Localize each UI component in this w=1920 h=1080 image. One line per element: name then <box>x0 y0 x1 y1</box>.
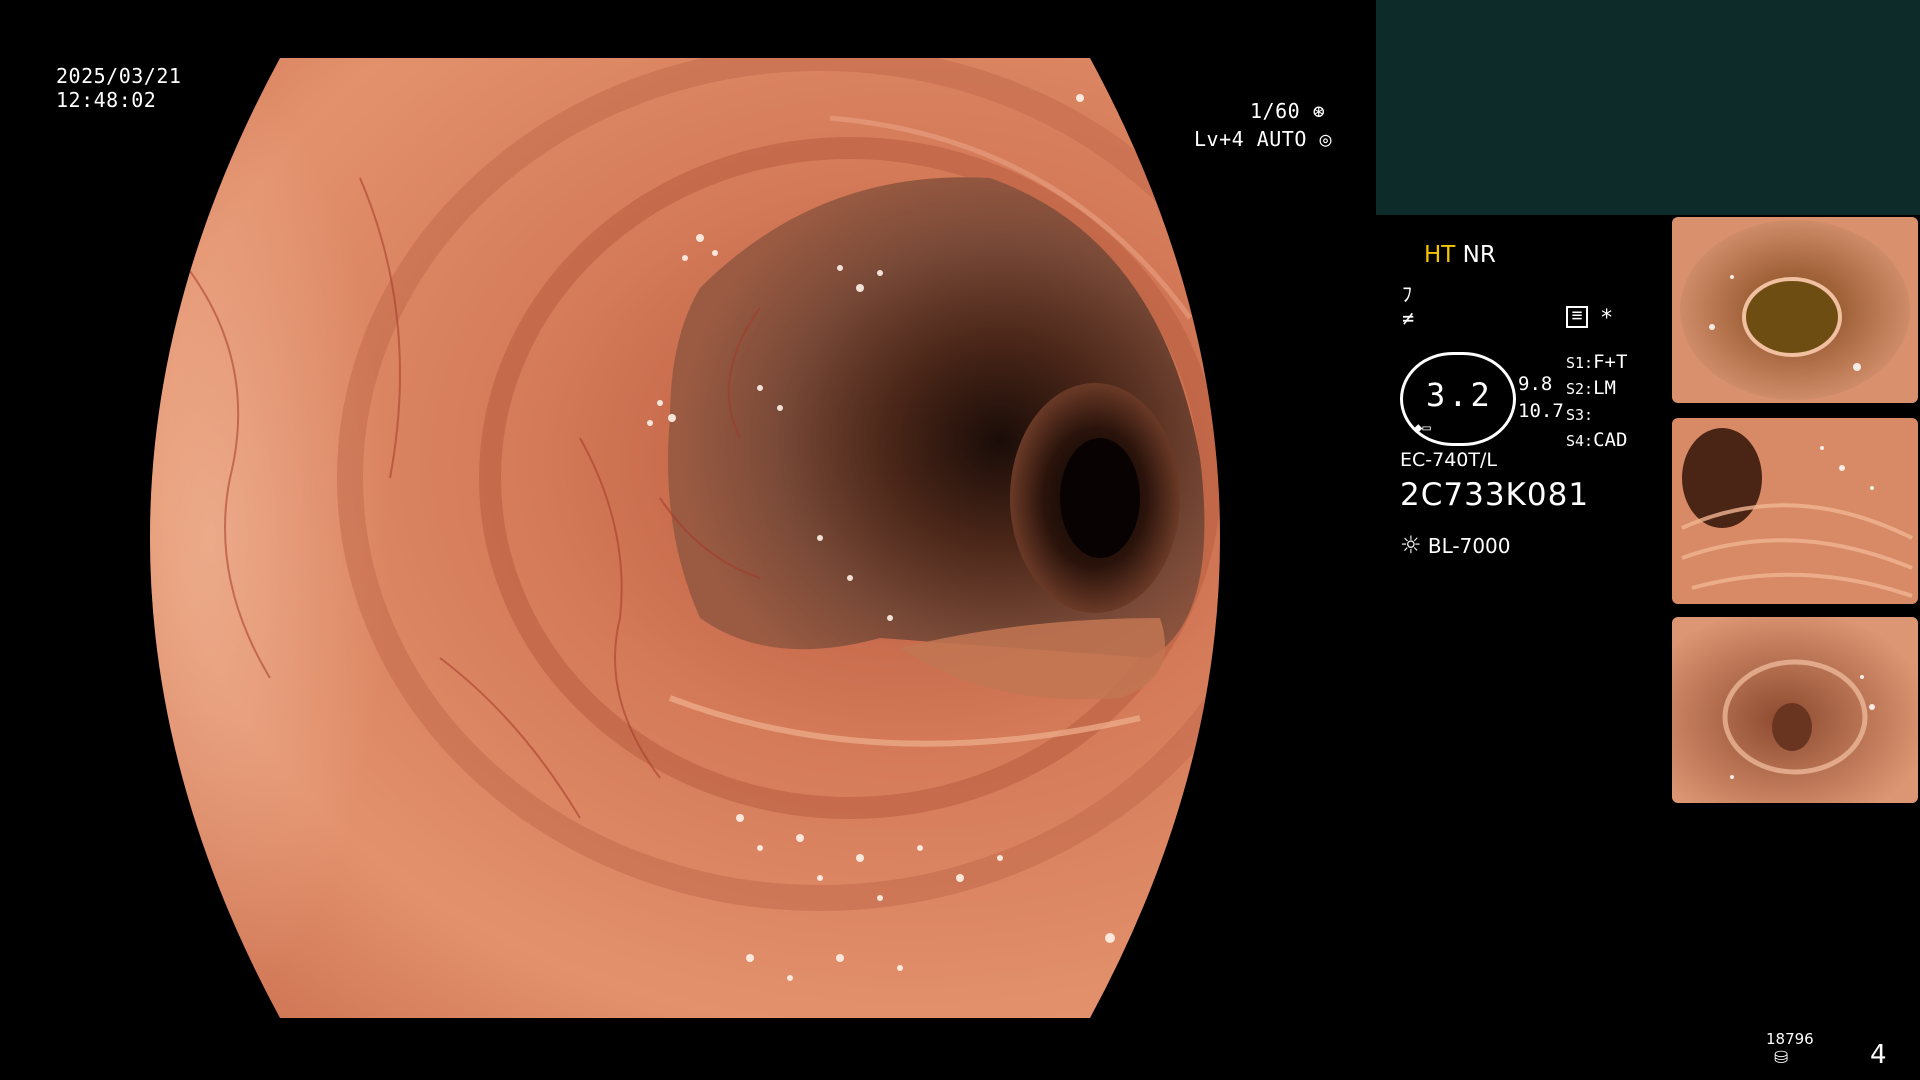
scope-serial: 2C733K081 <box>1400 477 1590 513</box>
page-number: 4 <box>1870 1040 1887 1070</box>
scope-model: EC-740T/L <box>1400 449 1497 471</box>
captured-image-1[interactable] <box>1672 217 1918 403</box>
switch-row-s1: S1:F+T <box>1566 351 1628 373</box>
endoscope-view <box>60 58 1310 1018</box>
record-count: 18796 <box>1766 1030 1814 1048</box>
captured-image-3[interactable] <box>1672 617 1918 803</box>
level-value: Lv+4 <box>1194 127 1245 151</box>
switch-list: S1:F+T S2:LM S3: S4:CAD <box>1566 350 1627 454</box>
zoom-marker-icon: ◆▭ <box>1414 420 1431 436</box>
switch-row-s4: S4:CAD <box>1566 429 1628 451</box>
zoom-value: 3.2 <box>1426 376 1493 414</box>
shutter-value: 1/60 <box>1250 99 1301 123</box>
shutter-icon: ⊛ <box>1312 99 1326 123</box>
light-source-label: BL-7000 <box>1427 534 1511 558</box>
switch-row-s3: S3: <box>1566 406 1594 424</box>
info-box <box>1376 0 1920 215</box>
asterisk-label: * <box>1600 306 1614 331</box>
ht-mode: HT <box>1424 242 1456 268</box>
image-mode: HT NR <box>1424 242 1496 268</box>
filter-icon: ≠ <box>1402 306 1415 330</box>
exposure-level: Lv+4 AUTO ◎ <box>1194 127 1332 151</box>
enhancement-icon: ﾌ <box>1402 282 1412 306</box>
zoom-side-value-1: 9.8 <box>1518 373 1553 395</box>
nr-mode: NR <box>1462 242 1496 268</box>
sun-icon: ☼ <box>1400 531 1422 559</box>
switch-row-s2: S2:LM <box>1566 377 1616 399</box>
date-label: 2025/03/21 <box>56 64 182 88</box>
shutter-speed: 1/60 ⊛ <box>1250 99 1325 123</box>
database-icon: ⛁ <box>1774 1048 1789 1068</box>
colon-lumen-image <box>150 58 1220 1018</box>
keypad-icon: ≡ <box>1566 306 1588 328</box>
captured-image-2[interactable] <box>1672 418 1918 604</box>
exposure-mode: AUTO <box>1256 127 1307 151</box>
time-label: 12:48:02 <box>56 88 157 112</box>
zoom-side-value-2: 10.7 <box>1518 400 1564 422</box>
auto-iris-icon: ◎ <box>1319 127 1332 151</box>
light-source: ☼ BL-7000 <box>1400 531 1511 559</box>
